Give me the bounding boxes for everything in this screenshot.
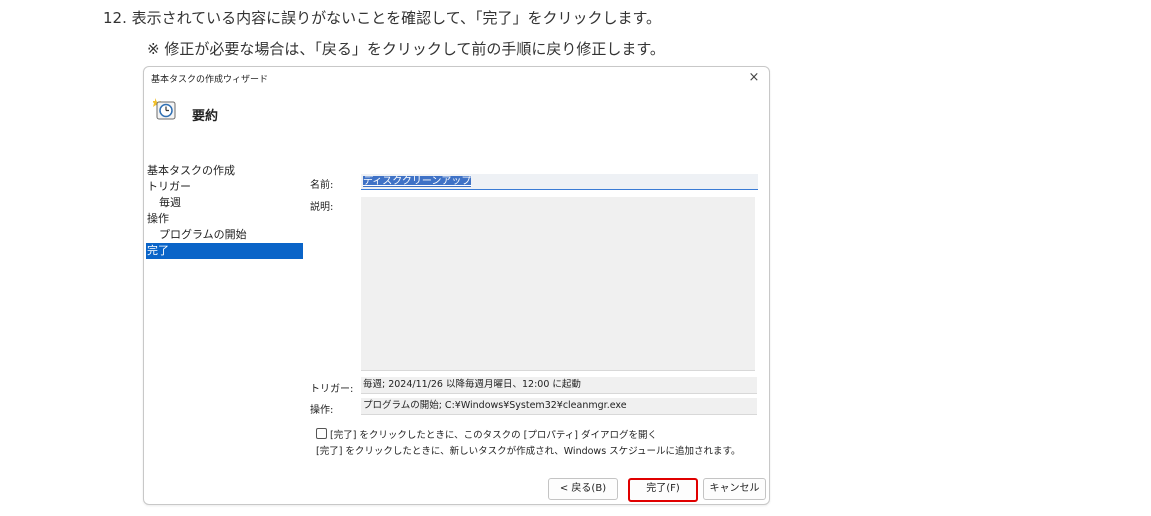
finish-note: [完了] をクリックしたときに、新しいタスクが作成され、Windows スケジュ… (316, 446, 741, 457)
open-properties-label: [完了] をクリックしたときに、このタスクの [プロパティ] ダイアログを開く (330, 430, 658, 441)
dialog-title: 基本タスクの作成ウィザード (151, 75, 269, 85)
close-button[interactable]: × (745, 69, 763, 87)
action-label: 操作: (310, 405, 334, 416)
nav-item-start-program[interactable]: プログラムの開始 (146, 227, 303, 243)
nav-item-weekly[interactable]: 毎週 (146, 195, 303, 211)
name-value: ディスククリーンアップ (363, 176, 472, 187)
instruction-step: 12. 表示されている内容に誤りがないことを確認して、「完了」をクリックします。 (103, 9, 661, 27)
open-properties-checkbox[interactable] (316, 428, 327, 439)
cancel-button[interactable]: キャンセル (703, 478, 766, 500)
trigger-value: 毎週; 2024/11/26 以降毎週月曜日、12:00 に起動 (361, 377, 757, 394)
description-label: 説明: (310, 202, 334, 213)
instruction-note: ※ 修正が必要な場合は、「戻る」をクリックして前の手順に戻り修正します。 (147, 40, 665, 58)
wizard-steps-nav: 基本タスクの作成 トリガー 毎週 操作 プログラムの開始 完了 (146, 163, 303, 259)
name-label: 名前: (310, 180, 334, 191)
description-field[interactable] (361, 197, 755, 371)
name-field[interactable]: ディスククリーンアップ (361, 174, 758, 190)
action-value: プログラムの開始; C:¥Windows¥System32¥cleanmgr.e… (361, 398, 757, 415)
nav-item-trigger[interactable]: トリガー (146, 179, 303, 195)
task-clock-icon (153, 98, 176, 120)
back-button[interactable]: < 戻る(B) (548, 478, 618, 500)
trigger-label: トリガー: (310, 384, 354, 395)
finish-button[interactable]: 完了(F) (628, 478, 698, 502)
nav-item-finish[interactable]: 完了 (146, 243, 303, 259)
title-bar: 基本タスクの作成ウィザード × (144, 67, 769, 89)
nav-item-create-task[interactable]: 基本タスクの作成 (146, 163, 303, 179)
header-area: 要約 (144, 89, 769, 153)
page-title: 要約 (192, 109, 219, 124)
nav-item-action[interactable]: 操作 (146, 211, 303, 227)
wizard-dialog: 基本タスクの作成ウィザード × 要約 基本タスクの作成 トリガー 毎週 操作 プ… (143, 66, 770, 505)
